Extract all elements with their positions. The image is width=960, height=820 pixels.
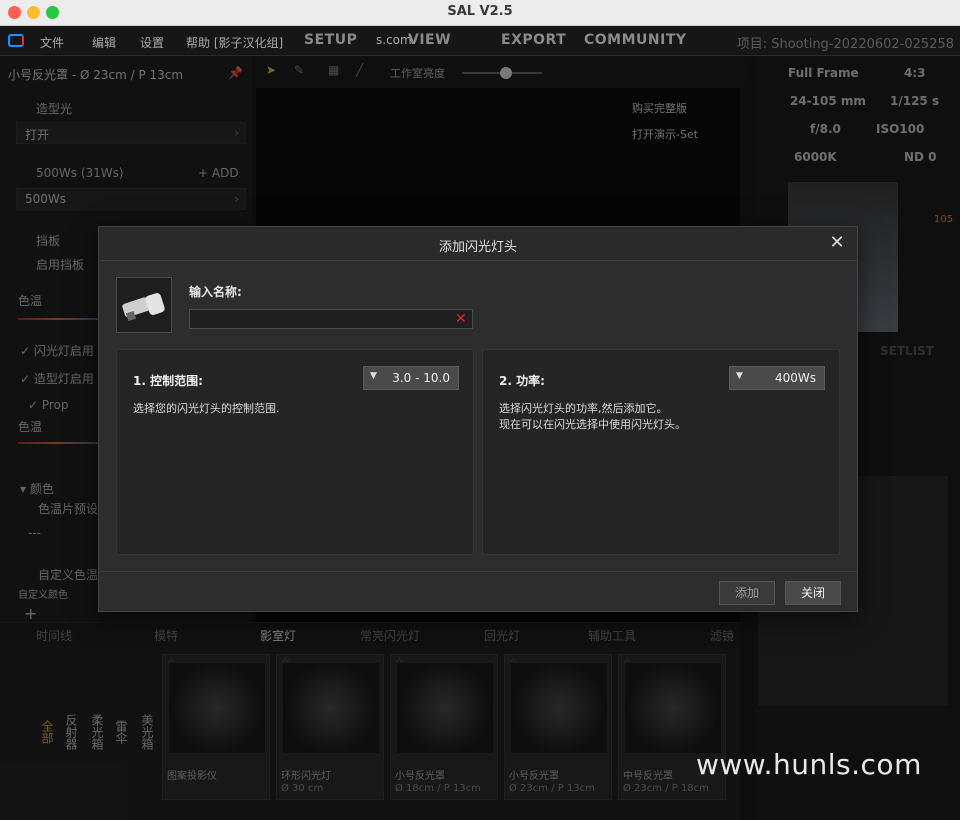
- add-button[interactable]: 添加: [719, 581, 775, 605]
- name-input[interactable]: [189, 309, 473, 329]
- menu-settings[interactable]: 设置: [140, 34, 164, 51]
- tab-community[interactable]: COMMUNITY: [584, 32, 687, 48]
- dialog-title: 添加闪光灯头: [438, 240, 517, 255]
- flash-head-icon: [122, 293, 165, 322]
- power-select[interactable]: ▼ 400Ws: [729, 366, 825, 390]
- close-icon[interactable]: ✕: [827, 233, 847, 253]
- power-description: 选择闪光灯头的功率,然后添加它。 现在可以在闪光选择中使用闪光灯头。: [499, 402, 686, 431]
- menu-help[interactable]: 帮助 [影子汉化组]: [186, 34, 283, 51]
- tab-view[interactable]: VIEW: [408, 32, 451, 48]
- chevron-down-icon: ▼: [736, 371, 743, 381]
- control-range-title: 1. 控制范围:: [133, 374, 203, 388]
- clear-input-icon[interactable]: ✕: [455, 311, 467, 327]
- menu-file[interactable]: 文件: [40, 34, 64, 51]
- power-section: 2. 功率: ▼ 400Ws 选择闪光灯头的功率,然后添加它。 现在可以在闪光选…: [482, 349, 840, 555]
- power-title: 2. 功率:: [499, 374, 545, 388]
- name-label: 输入名称:: [189, 285, 242, 299]
- app-logo-icon: [8, 34, 24, 47]
- watermark-text: www.hunls.com: [696, 748, 922, 781]
- close-button[interactable]: 关闭: [785, 581, 841, 605]
- add-flash-head-dialog: 添加闪光灯头 ✕ 输入名称: ✕ 1. 控制范围: ▼ 3.0 - 10.0 选…: [98, 226, 858, 612]
- menubar: 文件 编辑 设置 帮助 [影子汉化组] SETUP s.com VIEW EXP…: [0, 26, 960, 56]
- window-title: SAL V2.5: [447, 4, 513, 19]
- project-name: 项目: Shooting-20220602-025258: [736, 37, 954, 52]
- flash-head-thumbnail: [116, 277, 172, 333]
- control-range-description: 选择您的闪光灯头的控制范围.: [133, 402, 280, 415]
- tab-setup[interactable]: SETUP: [304, 32, 357, 48]
- control-range-section: 1. 控制范围: ▼ 3.0 - 10.0 选择您的闪光灯头的控制范围.: [116, 349, 474, 555]
- dialog-header: 添加闪光灯头 ✕: [99, 227, 857, 261]
- dialog-footer-divider: [99, 571, 857, 572]
- chevron-down-icon: ▼: [370, 371, 377, 381]
- url-fragment: s.com: [376, 33, 412, 47]
- control-range-select[interactable]: ▼ 3.0 - 10.0: [363, 366, 459, 390]
- tab-export[interactable]: EXPORT: [501, 32, 566, 48]
- menu-edit[interactable]: 编辑: [92, 34, 116, 51]
- window-titlebar: SAL V2.5: [0, 0, 960, 26]
